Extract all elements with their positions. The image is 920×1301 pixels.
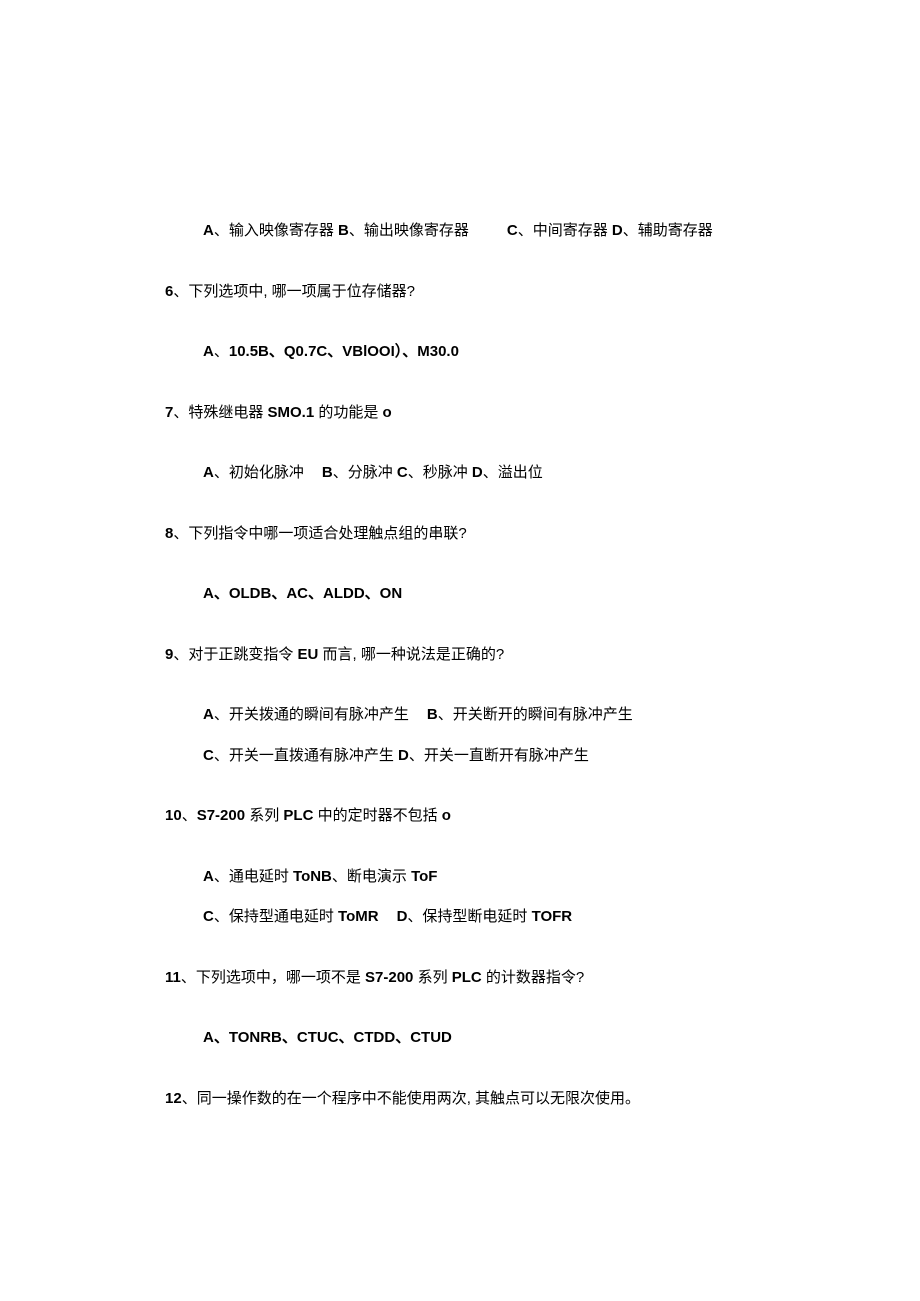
q6-options: A、10.5B、Q0.7C、VBlOOI）、M30.0: [165, 341, 755, 364]
option-a-label: A: [203, 222, 214, 239]
q7-a-label: A: [203, 464, 214, 481]
q7-c-label: C: [397, 464, 408, 481]
q9-d-text: 、开关一直断开有脉冲产生: [409, 747, 589, 764]
q7-bold2: o: [383, 404, 392, 421]
q8-options: A、OLDB、AC、ALDD、ON: [165, 583, 755, 606]
q10-bold1: S7-200: [197, 807, 250, 824]
q11-options: A、TONRB、CTUC、CTDD、CTUD: [165, 1027, 755, 1050]
q11-num: 11: [165, 969, 181, 986]
q10-options-line2: C、保持型通电延时 ToMR D、保持型断电延时 TOFR: [203, 906, 755, 929]
q10-d-bold: TOFR: [532, 908, 573, 925]
q11: 11、下列选项中，哪一项不是 S7-200 系列 PLC 的计数器指令?: [165, 967, 755, 990]
q9: 9、对于正跳变指令 EU 而言, 哪一种说法是正确的?: [165, 644, 755, 667]
q10-text1: 、: [182, 807, 197, 824]
q10-c-text: 、保持型通电延时: [214, 908, 338, 925]
q10-bold2: PLC: [283, 807, 317, 824]
option-d-text: 、辅助寄存器: [623, 222, 713, 239]
q9-b-text: 、开关断开的瞬间有脉冲产生: [438, 706, 633, 723]
q12-text: 、同一操作数的在一个程序中不能使用两次, 其触点可以无限次使用。: [182, 1090, 640, 1107]
q7-b-label: B: [322, 464, 333, 481]
q11-bold2: PLC: [452, 969, 486, 986]
q7-options: A、初始化脉冲 B、分脉冲 C、秒脉冲 D、溢出位: [165, 462, 755, 485]
option-b-text: 、输出映像寄存器: [349, 222, 469, 239]
q11-bold1: S7-200: [365, 969, 418, 986]
q9-c-text: 、开关一直拨通有脉冲产生: [214, 747, 398, 764]
q10-c-bold: ToMR: [338, 908, 379, 925]
q7-b-text: 、分脉冲: [333, 464, 397, 481]
q8: 8、下列指令中哪一项适合处理触点组的串联?: [165, 523, 755, 546]
q7-d-text: 、溢出位: [483, 464, 543, 481]
q11-opt-line: A、TONRB、CTUC、CTDD、CTUD: [203, 1029, 452, 1046]
option-c-text: 、中间寄存器: [518, 222, 612, 239]
q10-d-text: 、保持型断电延时: [407, 908, 531, 925]
q11-text3: 的计数器指令?: [486, 969, 584, 986]
q7: 7、特殊继电器 SMO.1 的功能是 o: [165, 402, 755, 425]
q10-d-label: D: [397, 908, 408, 925]
option-a-text: 、输入映像寄存器: [214, 222, 338, 239]
q9-a-label: A: [203, 706, 214, 723]
q6-a-label: A: [203, 343, 214, 360]
q10-options: A、通电延时 ToNB、断电演示 ToF C、保持型通电延时 ToMR D、保持型…: [165, 866, 755, 929]
q10-a-text: 、通电延时: [214, 868, 293, 885]
q11-text2: 系列: [418, 969, 452, 986]
q7-c-text: 、秒脉冲: [408, 464, 472, 481]
q10-options-line1: A、通电延时 ToNB、断电演示 ToF: [203, 866, 755, 889]
q9-text2: 而言, 哪一种说法是正确的?: [323, 646, 505, 663]
q7-text2: 的功能是: [318, 404, 382, 421]
q11-text1: 、下列选项中，哪一项不是: [181, 969, 365, 986]
q5-options: A、输入映像寄存器 B、输出映像寄存器 C、中间寄存器 D、辅助寄存器: [165, 220, 755, 243]
q10-c-label: C: [203, 908, 214, 925]
q10: 10、S7-200 系列 PLC 中的定时器不包括 o: [165, 805, 755, 828]
q7-a-text: 、初始化脉冲: [214, 464, 304, 481]
q9-a-text: 、开关拨通的瞬间有脉冲产生: [214, 706, 409, 723]
q6-a-sep: 、: [214, 343, 229, 360]
q12: 12、同一操作数的在一个程序中不能使用两次, 其触点可以无限次使用。: [165, 1088, 755, 1111]
q10-a-bold2: ToF: [411, 868, 437, 885]
option-d-label: D: [612, 222, 623, 239]
q9-options: A、开关拨通的瞬间有脉冲产生 B、开关断开的瞬间有脉冲产生 C、开关一直拨通有脉冲…: [165, 704, 755, 767]
q9-b-label: B: [427, 706, 438, 723]
q6-opt-text: 10.5B、Q0.7C、VBlOOI）、M30.0: [229, 343, 459, 360]
q10-num: 10: [165, 807, 182, 824]
q9-d-label: D: [398, 747, 409, 764]
q10-a-bold: ToNB: [293, 868, 332, 885]
option-b-label: B: [338, 222, 349, 239]
q8-text: 、下列指令中哪一项适合处理触点组的串联?: [173, 525, 466, 542]
q9-text1: 、对于正跳变指令: [173, 646, 297, 663]
q7-text1: 、特殊继电器: [173, 404, 267, 421]
q12-num: 12: [165, 1090, 182, 1107]
q10-a-text2: 、断电演示: [332, 868, 411, 885]
q9-c-label: C: [203, 747, 214, 764]
q7-d-label: D: [472, 464, 483, 481]
q10-text3: 中的定时器不包括: [318, 807, 442, 824]
q10-text2: 系列: [249, 807, 283, 824]
q8-opt-line: A、OLDB、AC、ALDD、ON: [203, 585, 402, 602]
q6-text: 、下列选项中, 哪一项属于位存储器?: [173, 283, 415, 300]
q7-bold1: SMO.1: [268, 404, 319, 421]
q9-options-line1: A、开关拨通的瞬间有脉冲产生 B、开关断开的瞬间有脉冲产生: [203, 704, 755, 727]
option-c-label: C: [507, 222, 518, 239]
q9-bold1: EU: [298, 646, 323, 663]
q6: 6、下列选项中, 哪一项属于位存储器?: [165, 281, 755, 304]
q9-options-line2: C、开关一直拨通有脉冲产生 D、开关一直断开有脉冲产生: [203, 745, 755, 768]
q10-bold3: o: [442, 807, 451, 824]
q10-a-label: A: [203, 868, 214, 885]
